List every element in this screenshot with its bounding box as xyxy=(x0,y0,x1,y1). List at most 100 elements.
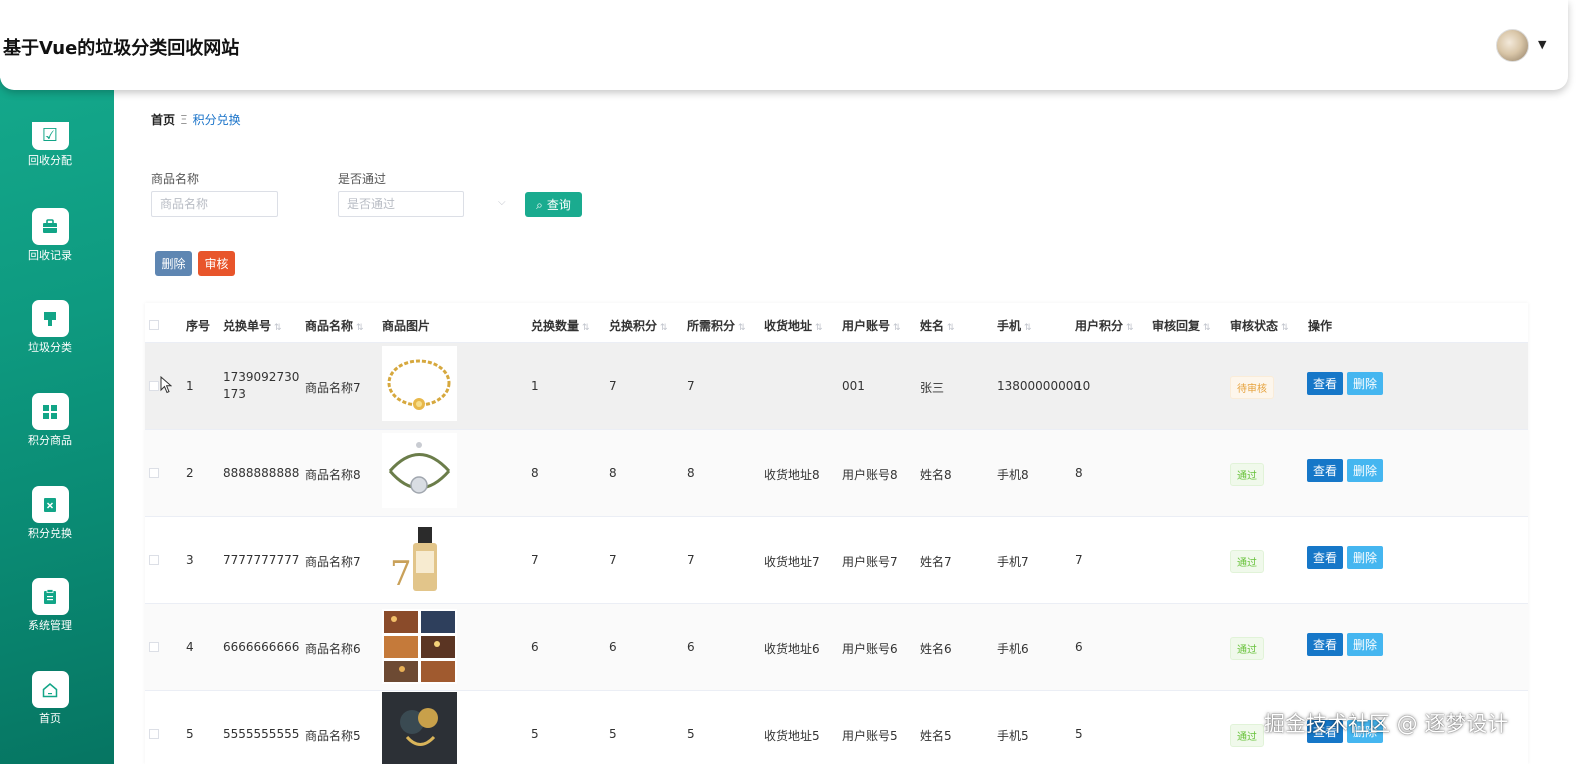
col-name-label: 姓名 xyxy=(920,319,945,333)
cell-product: 商品名称6 xyxy=(305,642,361,656)
row-checkbox[interactable] xyxy=(149,555,159,565)
col-reply[interactable]: 审核回复 ⇅ xyxy=(1152,317,1211,334)
status-badge: 待审核 xyxy=(1230,376,1274,399)
col-phone-label: 手机 xyxy=(997,319,1022,333)
row-checkbox[interactable] xyxy=(149,381,159,391)
breadcrumb-current[interactable]: 积分兑换 xyxy=(193,113,241,127)
audit-button[interactable]: 审核 xyxy=(198,251,235,276)
row-checkbox[interactable] xyxy=(149,642,159,652)
sidebar-item-recycle-records[interactable]: 回收记录 xyxy=(0,208,100,263)
cell-name: 姓名6 xyxy=(920,642,952,656)
app-title: 基于Vue的垃圾分类回收网站 xyxy=(3,38,240,59)
cell-product: 商品名称8 xyxy=(305,468,361,482)
delete-button[interactable]: 删除 xyxy=(1347,459,1383,482)
cell-name: 姓名5 xyxy=(920,729,952,743)
sidebar-item-system-management[interactable]: 系统管理 xyxy=(0,578,100,633)
cell-order-no: 1739092730173 xyxy=(223,370,300,401)
cell-required: 6 xyxy=(687,640,695,654)
product-image-pearl-ring xyxy=(382,692,457,764)
cell-phone: 手机6 xyxy=(997,642,1029,656)
table-header: 序号 兑换单号 ⇅ 商品名称 ⇅ 商品图片 兑换数量 ⇅ 兑换积分 ⇅ 所需积分 ⇅ 收货… xyxy=(145,303,1528,343)
col-account[interactable]: 用户账号 ⇅ xyxy=(842,317,901,334)
status-badge: 通过 xyxy=(1230,550,1264,573)
col-required[interactable]: 所需积分 ⇅ xyxy=(687,317,746,334)
sort-icon[interactable]: ⇅ xyxy=(1203,323,1211,333)
caret-down-icon[interactable]: ▼ xyxy=(1538,38,1546,51)
sort-icon[interactable]: ⇅ xyxy=(582,323,590,333)
sidebar-item-label: 回收记录 xyxy=(28,249,72,262)
delete-button[interactable]: 删除 xyxy=(1347,372,1383,395)
row-checkbox[interactable] xyxy=(149,729,159,739)
cell-qty: 8 xyxy=(531,466,539,480)
cell-user-points: 5 xyxy=(1075,727,1083,741)
view-button[interactable]: 查看 xyxy=(1307,459,1343,482)
product-image-photo-collage xyxy=(382,609,457,684)
table-row[interactable]: 2 8888888888 商品名称8 8 8 8 收货地址8 用户账号8 姓名8… xyxy=(145,430,1528,517)
table-row[interactable]: 1 1739092730173 商品名称7 1 7 7 001 张三 13800… xyxy=(145,343,1528,430)
view-button[interactable]: 查看 xyxy=(1307,633,1343,656)
grid-icon xyxy=(31,393,69,430)
sidebar-item-recycle-assign[interactable]: ☑ 回收分配 xyxy=(0,122,100,168)
svg-text:7: 7 xyxy=(390,554,412,594)
cell-user-points: 10 xyxy=(1075,379,1091,393)
view-button[interactable]: 查看 xyxy=(1307,372,1343,395)
col-points[interactable]: 兑换积分 ⇅ xyxy=(609,317,668,334)
sort-icon[interactable]: ⇅ xyxy=(893,323,901,333)
col-name[interactable]: 姓名 ⇅ xyxy=(920,317,955,334)
cell-address: 收货地址8 xyxy=(764,468,820,482)
sort-icon[interactable]: ⇅ xyxy=(1024,323,1032,333)
user-avatar[interactable] xyxy=(1496,29,1529,62)
breadcrumb-home[interactable]: 首页 xyxy=(151,113,175,127)
sort-icon[interactable]: ⇅ xyxy=(1126,323,1134,333)
col-index: 序号 xyxy=(186,319,211,333)
sidebar-item-points-exchange[interactable]: 积分兑换 xyxy=(0,486,100,541)
sidebar-item-points-products[interactable]: 积分商品 xyxy=(0,393,100,448)
sort-icon[interactable]: ⇅ xyxy=(1281,323,1289,333)
cell-account: 001 xyxy=(842,379,865,393)
col-qty[interactable]: 兑换数量 ⇅ xyxy=(531,317,590,334)
sort-icon[interactable]: ⇅ xyxy=(356,323,364,333)
cell-account: 用户账号5 xyxy=(842,729,898,743)
sidebar-item-label: 积分商品 xyxy=(28,434,72,447)
sort-icon[interactable]: ⇅ xyxy=(274,323,282,333)
cell-required: 7 xyxy=(687,553,695,567)
select-all-checkbox[interactable] xyxy=(149,320,159,330)
col-actions: 操作 xyxy=(1308,319,1333,333)
col-order-no[interactable]: 兑换单号 ⇅ xyxy=(223,317,282,334)
col-product-name[interactable]: 商品名称 ⇅ xyxy=(305,317,364,334)
cell-qty: 6 xyxy=(531,640,539,654)
sidebar-item-label: 积分兑换 xyxy=(28,527,72,540)
table-row[interactable]: 3 7777777777 商品名称7 7 7 7 7 收货地址7 用户账号7 姓… xyxy=(145,517,1528,604)
delete-button[interactable]: 删除 xyxy=(1347,546,1383,569)
cell-phone: 手机5 xyxy=(997,729,1029,743)
query-button[interactable]: ⌕ 查询 xyxy=(525,192,582,217)
col-user-points[interactable]: 用户积分 ⇅ xyxy=(1075,317,1134,334)
view-button[interactable]: 查看 xyxy=(1307,546,1343,569)
cell-account: 用户账号6 xyxy=(842,642,898,656)
home-icon xyxy=(31,671,69,708)
search-icon: ⌕ xyxy=(536,198,543,212)
cell-points: 6 xyxy=(609,640,617,654)
sort-icon[interactable]: ⇅ xyxy=(738,323,746,333)
col-product-name-label: 商品名称 xyxy=(305,319,354,333)
col-status[interactable]: 审核状态 ⇅ xyxy=(1230,317,1289,334)
pass-status-select[interactable] xyxy=(338,191,464,217)
col-address[interactable]: 收货地址 ⇅ xyxy=(764,317,823,334)
sidebar-item-garbage-category[interactable]: 垃圾分类 xyxy=(0,300,100,355)
cell-required: 5 xyxy=(687,727,695,741)
breadcrumb-separator: Ξ xyxy=(180,113,188,127)
sort-icon[interactable]: ⇅ xyxy=(815,323,823,333)
sort-icon[interactable]: ⇅ xyxy=(660,323,668,333)
batch-delete-button[interactable]: 删除 xyxy=(155,251,192,276)
table-row[interactable]: 4 6666666666 商品名称6 6 6 6 收货地址6 用户账号6 姓名6… xyxy=(145,604,1528,691)
cell-product: 商品名称7 xyxy=(305,555,361,569)
delete-button[interactable]: 删除 xyxy=(1347,633,1383,656)
sidebar-item-home[interactable]: 首页 xyxy=(0,671,100,726)
product-name-input[interactable] xyxy=(151,191,278,217)
chevron-down-icon[interactable]: ⌵ xyxy=(498,197,506,208)
col-phone[interactable]: 手机 ⇅ xyxy=(997,317,1032,334)
col-required-label: 所需积分 xyxy=(687,319,736,333)
sort-icon[interactable]: ⇅ xyxy=(947,323,955,333)
col-points-label: 兑换积分 xyxy=(609,319,658,333)
row-checkbox[interactable] xyxy=(149,468,159,478)
